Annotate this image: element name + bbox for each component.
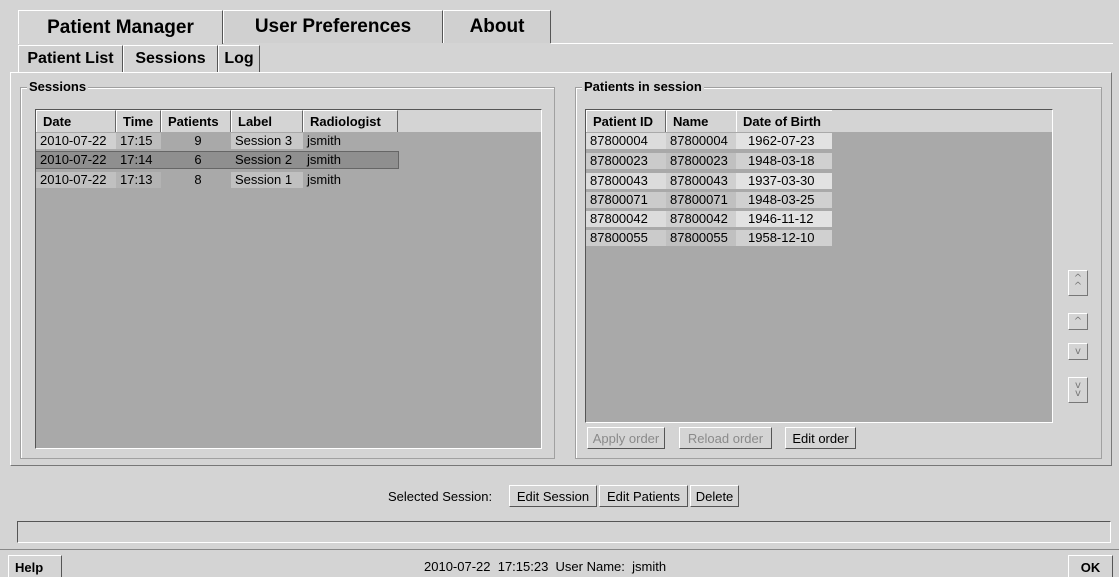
cell-patient-id: 87800071 bbox=[586, 192, 666, 208]
table-row-selected[interactable]: 2010-07-22 17:14 6 Session 2 jsmith bbox=[36, 151, 399, 169]
cell-label: Session 1 bbox=[231, 172, 303, 188]
cell-patients: 9 bbox=[161, 133, 231, 149]
cell-dob: 1958-12-10 bbox=[736, 230, 832, 246]
cell-name: 87800055 bbox=[666, 230, 736, 246]
cell-radiologist: jsmith bbox=[303, 172, 398, 188]
move-bottom-icon[interactable]: vv bbox=[1068, 377, 1088, 403]
cell-name: 87800042 bbox=[666, 211, 736, 227]
cell-patient-id: 87800055 bbox=[586, 230, 666, 246]
tab-user-preferences[interactable]: User Preferences bbox=[223, 10, 443, 43]
table-row[interactable]: 2010-07-22 17:13 8 Session 1 jsmith bbox=[36, 172, 398, 188]
selected-session-label: Selected Session: bbox=[388, 489, 493, 504]
edit-order-button[interactable]: Edit order bbox=[785, 427, 856, 449]
cell-dob: 1946-11-12 bbox=[736, 211, 832, 227]
cell-patient-id: 87800043 bbox=[586, 173, 666, 189]
tab-about[interactable]: About bbox=[443, 10, 551, 43]
cell-time: 17:14 bbox=[120, 152, 153, 167]
cell-patient-id: 87800004 bbox=[586, 133, 666, 149]
cell-radiologist: jsmith bbox=[303, 133, 398, 149]
col-header-radiologist[interactable]: Radiologist bbox=[303, 110, 398, 132]
table-row[interactable]: 2010-07-22 17:15 9 Session 3 jsmith bbox=[36, 133, 398, 149]
delete-button[interactable]: Delete bbox=[690, 485, 739, 507]
cell-label: Session 3 bbox=[231, 133, 303, 149]
table-row[interactable]: 87800042 87800042 1946-11-12 bbox=[586, 211, 832, 227]
reload-order-button[interactable]: Reload order bbox=[679, 427, 772, 449]
sessions-table-header: Date Time Patients Label Radiologist bbox=[36, 110, 541, 132]
cell-time: 17:13 bbox=[116, 172, 161, 188]
cell-date: 2010-07-22 bbox=[36, 133, 116, 149]
cell-dob: 1948-03-25 bbox=[736, 192, 832, 208]
cell-time: 17:15 bbox=[116, 133, 161, 149]
col-header-time[interactable]: Time bbox=[116, 110, 161, 132]
tab-patient-list[interactable]: Patient List bbox=[18, 45, 123, 72]
table-row[interactable]: 87800055 87800055 1958-12-10 bbox=[586, 230, 832, 246]
sessions-group-title: Sessions bbox=[27, 79, 89, 94]
table-row[interactable]: 87800004 87800004 1962-07-23 bbox=[586, 133, 832, 149]
tab-patient-manager[interactable]: Patient Manager bbox=[18, 10, 223, 44]
cell-name: 87800043 bbox=[666, 173, 736, 189]
col-header-patient-id[interactable]: Patient ID bbox=[586, 110, 666, 132]
cell-patient-id: 87800042 bbox=[586, 211, 666, 227]
cell-date: 2010-07-22 bbox=[40, 152, 107, 167]
ok-button[interactable]: OK bbox=[1068, 555, 1113, 577]
tab-log[interactable]: Log bbox=[218, 45, 260, 72]
col-header-label[interactable]: Label bbox=[231, 110, 303, 132]
patients-table-header: Patient ID Name Date of Birth bbox=[586, 110, 1052, 132]
cell-dob: 1937-03-30 bbox=[736, 173, 832, 189]
cell-dob: 1948-03-18 bbox=[736, 153, 832, 169]
table-row[interactable]: 87800071 87800071 1948-03-25 bbox=[586, 192, 832, 208]
col-header-patients[interactable]: Patients bbox=[161, 110, 231, 132]
move-up-icon[interactable]: ^ bbox=[1068, 313, 1088, 330]
col-header-date[interactable]: Date bbox=[36, 110, 116, 132]
tab-sessions[interactable]: Sessions bbox=[123, 45, 218, 72]
patients-group-title: Patients in session bbox=[582, 79, 704, 94]
col-header-dob[interactable]: Date of Birth bbox=[736, 110, 832, 132]
patients-table[interactable]: Patient ID Name Date of Birth 87800004 8… bbox=[585, 109, 1053, 423]
status-text: 2010-07-22 17:15:23 User Name: jsmith bbox=[424, 559, 667, 574]
cell-label: Session 2 bbox=[235, 152, 293, 167]
col-header-name[interactable]: Name bbox=[666, 110, 736, 132]
message-bar bbox=[17, 521, 1111, 543]
move-top-icon[interactable]: ^ ^ bbox=[1068, 270, 1088, 296]
cell-date: 2010-07-22 bbox=[36, 172, 116, 188]
cell-patient-id: 87800023 bbox=[586, 153, 666, 169]
sessions-table[interactable]: Date Time Patients Label Radiologist 201… bbox=[35, 109, 542, 449]
table-row[interactable]: 87800023 87800023 1948-03-18 bbox=[586, 153, 832, 169]
move-down-icon[interactable]: v bbox=[1068, 343, 1088, 360]
cell-dob: 1962-07-23 bbox=[736, 133, 832, 149]
cell-patients: 6 bbox=[194, 152, 202, 167]
cell-radiologist: jsmith bbox=[307, 152, 341, 167]
cell-name: 87800071 bbox=[666, 192, 736, 208]
help-button[interactable]: Help bbox=[8, 555, 62, 577]
table-row[interactable]: 87800043 87800043 1937-03-30 bbox=[586, 173, 832, 189]
tab-strip-divider bbox=[551, 43, 1113, 44]
apply-order-button[interactable]: Apply order bbox=[587, 427, 665, 449]
edit-session-button[interactable]: Edit Session bbox=[509, 485, 597, 507]
cell-name: 87800004 bbox=[666, 133, 736, 149]
cell-patients: 8 bbox=[161, 172, 231, 188]
cell-name: 87800023 bbox=[666, 153, 736, 169]
edit-patients-button[interactable]: Edit Patients bbox=[599, 485, 688, 507]
